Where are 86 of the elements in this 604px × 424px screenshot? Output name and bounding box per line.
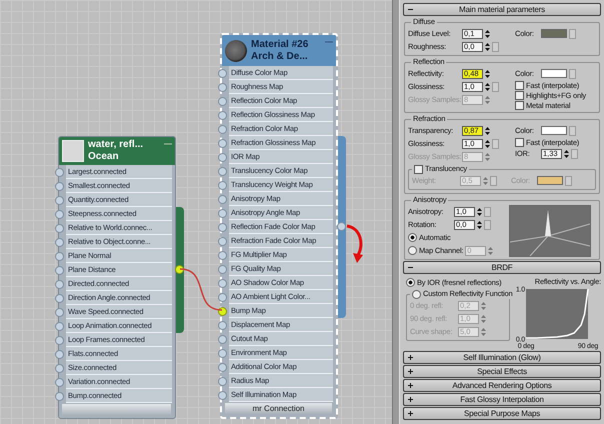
input-socket[interactable] (218, 250, 227, 260)
input-socket[interactable] (55, 322, 64, 330)
input-socket[interactable] (218, 348, 227, 358)
input-socket[interactable] (55, 280, 64, 288)
rollout-header[interactable]: Special Effects (403, 365, 601, 378)
node-header[interactable]: water, refl... Ocean — (59, 137, 175, 165)
input-socket[interactable] (218, 194, 227, 204)
minimize-button[interactable]: — (325, 37, 333, 46)
input-socket[interactable] (55, 266, 64, 274)
map-button[interactable] (569, 68, 576, 78)
input-socket[interactable] (55, 350, 64, 358)
input-socket[interactable] (218, 124, 227, 134)
input-socket[interactable] (55, 378, 64, 386)
input-socket[interactable] (218, 82, 227, 92)
input-socket[interactable] (218, 138, 227, 148)
rollout-header[interactable]: Main material parameters (403, 3, 601, 16)
input-socket[interactable] (218, 166, 227, 176)
spinner-arrows-icon[interactable] (485, 126, 490, 136)
map-button[interactable] (569, 28, 576, 38)
spinner-arrows-icon[interactable] (485, 42, 490, 52)
input-socket[interactable] (218, 292, 227, 302)
node-title: Material #26 (251, 38, 310, 50)
checkbox[interactable] (515, 100, 524, 110)
input-socket[interactable] (218, 222, 227, 232)
spinner-arrows-icon[interactable] (477, 220, 482, 230)
input-socket[interactable] (55, 252, 64, 260)
input-socket[interactable] (218, 208, 227, 218)
spinner-arrows-icon[interactable] (485, 138, 490, 148)
input-socket[interactable] (55, 210, 64, 218)
spinner-arrows-icon[interactable] (485, 28, 490, 38)
input-socket[interactable] (55, 294, 64, 302)
node-card[interactable] (58, 136, 176, 419)
rollout-header[interactable]: Advanced Rendering Options (403, 379, 601, 392)
input-socket[interactable] (218, 390, 227, 400)
map-button[interactable] (569, 126, 576, 136)
input-socket[interactable] (218, 96, 227, 106)
radio-button[interactable] (406, 278, 415, 287)
input-socket[interactable] (218, 320, 227, 330)
input-socket[interactable] (55, 364, 64, 372)
input-socket[interactable] (55, 392, 64, 400)
rollout-header[interactable]: Special Purpose Maps (403, 407, 601, 420)
input-socket[interactable] (218, 236, 227, 246)
input-socket[interactable] (218, 264, 227, 274)
connection-wire (180, 268, 222, 311)
node-title: water, refl... (88, 139, 144, 151)
input-socket[interactable] (218, 334, 227, 344)
spinner-arrows-icon[interactable] (485, 82, 490, 92)
rollout-header[interactable]: BRDF (403, 261, 601, 274)
spinner-arrows-icon[interactable] (485, 68, 490, 78)
color-swatch[interactable] (541, 29, 567, 38)
input-socket[interactable] (55, 224, 64, 232)
input-socket[interactable] (218, 180, 227, 190)
spinner-arrows-icon[interactable] (477, 206, 482, 216)
checkbox[interactable] (515, 80, 524, 90)
color-swatch[interactable] (541, 126, 567, 135)
input-socket[interactable] (218, 376, 227, 386)
input-socket[interactable] (218, 278, 227, 288)
input-socket[interactable] (218, 110, 227, 120)
input-socket[interactable] (55, 168, 64, 176)
input-socket[interactable] (55, 196, 64, 204)
radio-button[interactable] (412, 290, 421, 298)
input-socket[interactable] (55, 238, 64, 246)
map-button[interactable] (565, 176, 572, 186)
rollout-header[interactable]: Fast Glossy Interpolation (403, 393, 601, 406)
spinner-arrows-icon[interactable] (564, 148, 569, 158)
rollout-header[interactable]: Self Illumination (Glow) (403, 351, 601, 364)
input-socket[interactable] (218, 306, 227, 316)
input-socket[interactable] (218, 68, 227, 78)
node-header[interactable]: Material #26 Arch & De... — (222, 35, 336, 66)
node-subtitle: Ocean (88, 151, 120, 163)
splitter-bar[interactable] (392, 0, 400, 424)
node-subtitle: Arch & De... (251, 50, 309, 62)
radio-button[interactable] (408, 233, 417, 242)
input-socket[interactable] (55, 182, 64, 190)
input-socket[interactable] (55, 308, 64, 316)
node-canvas[interactable] (0, 0, 392, 424)
checkbox[interactable] (515, 138, 524, 146)
input-socket[interactable] (218, 152, 227, 162)
footer-label: mr Connection (252, 404, 305, 413)
checkbox[interactable] (515, 90, 524, 100)
input-socket[interactable] (218, 362, 227, 372)
checkbox[interactable] (414, 164, 423, 174)
curved-arrow (346, 224, 363, 263)
input-socket[interactable] (55, 336, 64, 344)
color-swatch[interactable] (541, 69, 567, 78)
minimize-button[interactable]: — (164, 139, 172, 148)
